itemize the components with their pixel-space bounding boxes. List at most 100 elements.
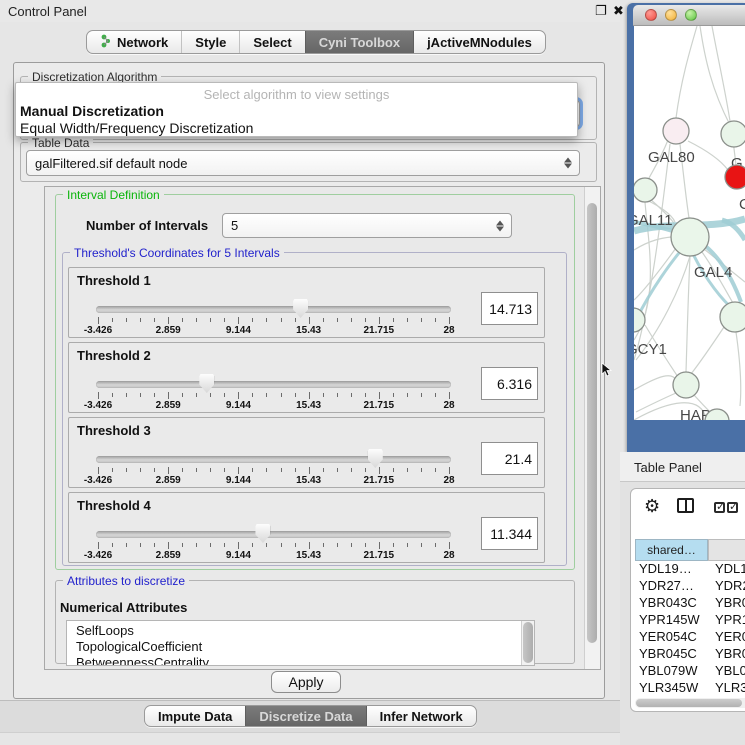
table-row[interactable]: YLR345WYLR3 (635, 680, 745, 697)
table-data-value: galFiltered.sif default node (35, 156, 187, 171)
threshold-slider-track[interactable] (96, 381, 451, 388)
slider-tick-label: 21.715 (364, 550, 395, 561)
network-canvas[interactable]: GAL80GCGAL11GAL4GCY1HHAP2 (634, 26, 745, 420)
network-edge[interactable] (691, 327, 724, 374)
attribute-item-betweennesscentrality[interactable]: BetweennessCentrality (76, 655, 209, 666)
threshold-slider-thumb[interactable] (255, 524, 270, 543)
column-header-shared-name[interactable]: shared… (635, 539, 708, 561)
bottom-tab-infer-network[interactable]: Infer Network (366, 706, 476, 726)
network-edge-highlighted[interactable] (693, 254, 735, 311)
tab-select[interactable]: Select (239, 31, 304, 53)
numerical-attributes-list[interactable]: SelfLoopsTopologicalCoefficientBetweenne… (66, 620, 535, 666)
network-edge[interactable] (736, 332, 741, 406)
slider-tick-label: 15.43 (296, 325, 321, 336)
attribute-item-selfloops[interactable]: SelfLoops (76, 623, 134, 638)
close-window-icon[interactable] (645, 9, 657, 21)
attribute-item-topologicalcoefficient[interactable]: TopologicalCoefficient (76, 639, 202, 654)
table-row[interactable]: YDR27…YDR2 (635, 578, 745, 595)
attributes-scrollbar[interactable] (521, 621, 534, 665)
network-node-gal80[interactable] (663, 118, 689, 144)
table-row[interactable]: YER054CYER0 (635, 629, 745, 646)
algorithm-placeholder-option[interactable]: Select algorithm to view settings (16, 87, 577, 102)
apply-button[interactable]: Apply (271, 671, 341, 693)
number-of-intervals-combobox[interactable]: 5 (222, 213, 512, 238)
slider-tick-label: -3.426 (84, 325, 112, 336)
network-node-label: GCY1 (634, 341, 667, 358)
column-header-name[interactable]: name (708, 539, 745, 561)
cell-name: YLR3 (709, 680, 745, 697)
network-node-gal4[interactable] (671, 218, 709, 256)
main-vertical-scrollbar[interactable] (584, 187, 600, 669)
slider-tick (224, 318, 225, 322)
network-edge[interactable] (634, 376, 676, 390)
slider-tick-label: -3.426 (84, 550, 112, 561)
network-node-c[interactable] (725, 165, 745, 189)
threshold-slider-track[interactable] (96, 456, 451, 463)
table-horizontal-scrollbar[interactable] (635, 698, 745, 708)
network-window-titlebar[interactable] (633, 5, 745, 26)
bottom-tab-impute-data[interactable]: Impute Data (145, 706, 245, 726)
slider-tick (309, 317, 310, 324)
network-node-h[interactable] (720, 302, 745, 332)
float-window-icon[interactable]: ❐ (595, 3, 607, 19)
threshold-value-field[interactable]: 6.316 (481, 367, 538, 400)
slider-tick (281, 318, 282, 322)
slider-tick (351, 543, 352, 547)
slider-tick (365, 468, 366, 472)
table-row[interactable]: YDL19…YDL1 (635, 561, 745, 578)
close-panel-icon[interactable]: ✖ (613, 3, 624, 19)
threshold-slider-track[interactable] (96, 306, 451, 313)
slider-tick (393, 468, 394, 472)
table-row[interactable]: YBL079WYBL0 (635, 663, 745, 680)
slider-tick (154, 468, 155, 472)
table-row[interactable]: YBR045CYBR0 (635, 646, 745, 663)
threshold-box-2: Threshold 2-3.4262.8599.14415.4321.71528… (68, 342, 545, 413)
slider-tick-label: 21.715 (364, 475, 395, 486)
tab-jactivemnodules[interactable]: jActiveMNodules (413, 31, 545, 53)
network-edge[interactable] (676, 26, 697, 118)
network-node-hap2[interactable] (673, 372, 699, 398)
minimize-window-icon[interactable] (665, 9, 677, 21)
select-columns-icon[interactable] (714, 500, 740, 518)
threshold-slider-thumb[interactable] (368, 449, 383, 468)
network-edge[interactable] (634, 237, 671, 250)
network-edge[interactable] (686, 256, 690, 372)
table-panel-title: Table Panel (634, 460, 702, 475)
cell-shared-name: YDL19… (635, 561, 709, 578)
threshold-slider-thumb[interactable] (293, 299, 308, 318)
zoom-window-icon[interactable] (685, 9, 697, 21)
slider-tick (112, 543, 113, 547)
threshold-value-field[interactable]: 11.344 (481, 517, 538, 550)
threshold-slider-thumb[interactable] (199, 374, 214, 393)
tab-cyni-toolbox[interactable]: Cyni Toolbox (305, 31, 413, 53)
numerical-attributes-label: Numerical Attributes (60, 600, 187, 615)
tab-label: Network (117, 35, 168, 50)
algorithm-option-manual-discretization[interactable]: Manual Discretization (20, 103, 164, 119)
slider-tick (421, 543, 422, 547)
network-node-gcy1[interactable] (634, 308, 645, 332)
gear-icon[interactable]: ⚙ (644, 496, 660, 517)
split-columns-icon[interactable] (677, 498, 694, 513)
slider-tick (112, 468, 113, 472)
slider-tick (168, 542, 169, 549)
threshold-value-field[interactable]: 14.713 (481, 292, 538, 325)
network-node-gal11[interactable] (634, 178, 657, 202)
threshold-value-field[interactable]: 21.4 (481, 442, 538, 475)
threshold-slider-track[interactable] (96, 531, 451, 538)
slider-tick (126, 468, 127, 472)
algorithm-option-equal-width-frequency-discretization[interactable]: Equal Width/Frequency Discretization (20, 120, 253, 136)
table-rows[interactable]: YDL19…YDL1YDR27…YDR2YBR043CYBR0YPR145WYP… (635, 561, 745, 704)
tab-style[interactable]: Style (181, 31, 239, 53)
table-row[interactable]: YPR145WYPR1 (635, 612, 745, 629)
table-row[interactable]: YBR043CYBR0 (635, 595, 745, 612)
network-view-window[interactable]: GAL80GCGAL11GAL4GCY1HHAP2 (627, 3, 745, 452)
slider-tick (266, 468, 267, 472)
bottom-tab-discretize-data[interactable]: Discretize Data (245, 706, 365, 726)
slider-tick (379, 317, 380, 324)
table-data-combobox[interactable]: galFiltered.sif default node (26, 150, 580, 176)
slider-tick (98, 317, 99, 324)
network-node-g[interactable] (721, 121, 745, 147)
slider-tick (337, 468, 338, 472)
slider-tick (351, 468, 352, 472)
tab-network[interactable]: Network (87, 31, 181, 53)
